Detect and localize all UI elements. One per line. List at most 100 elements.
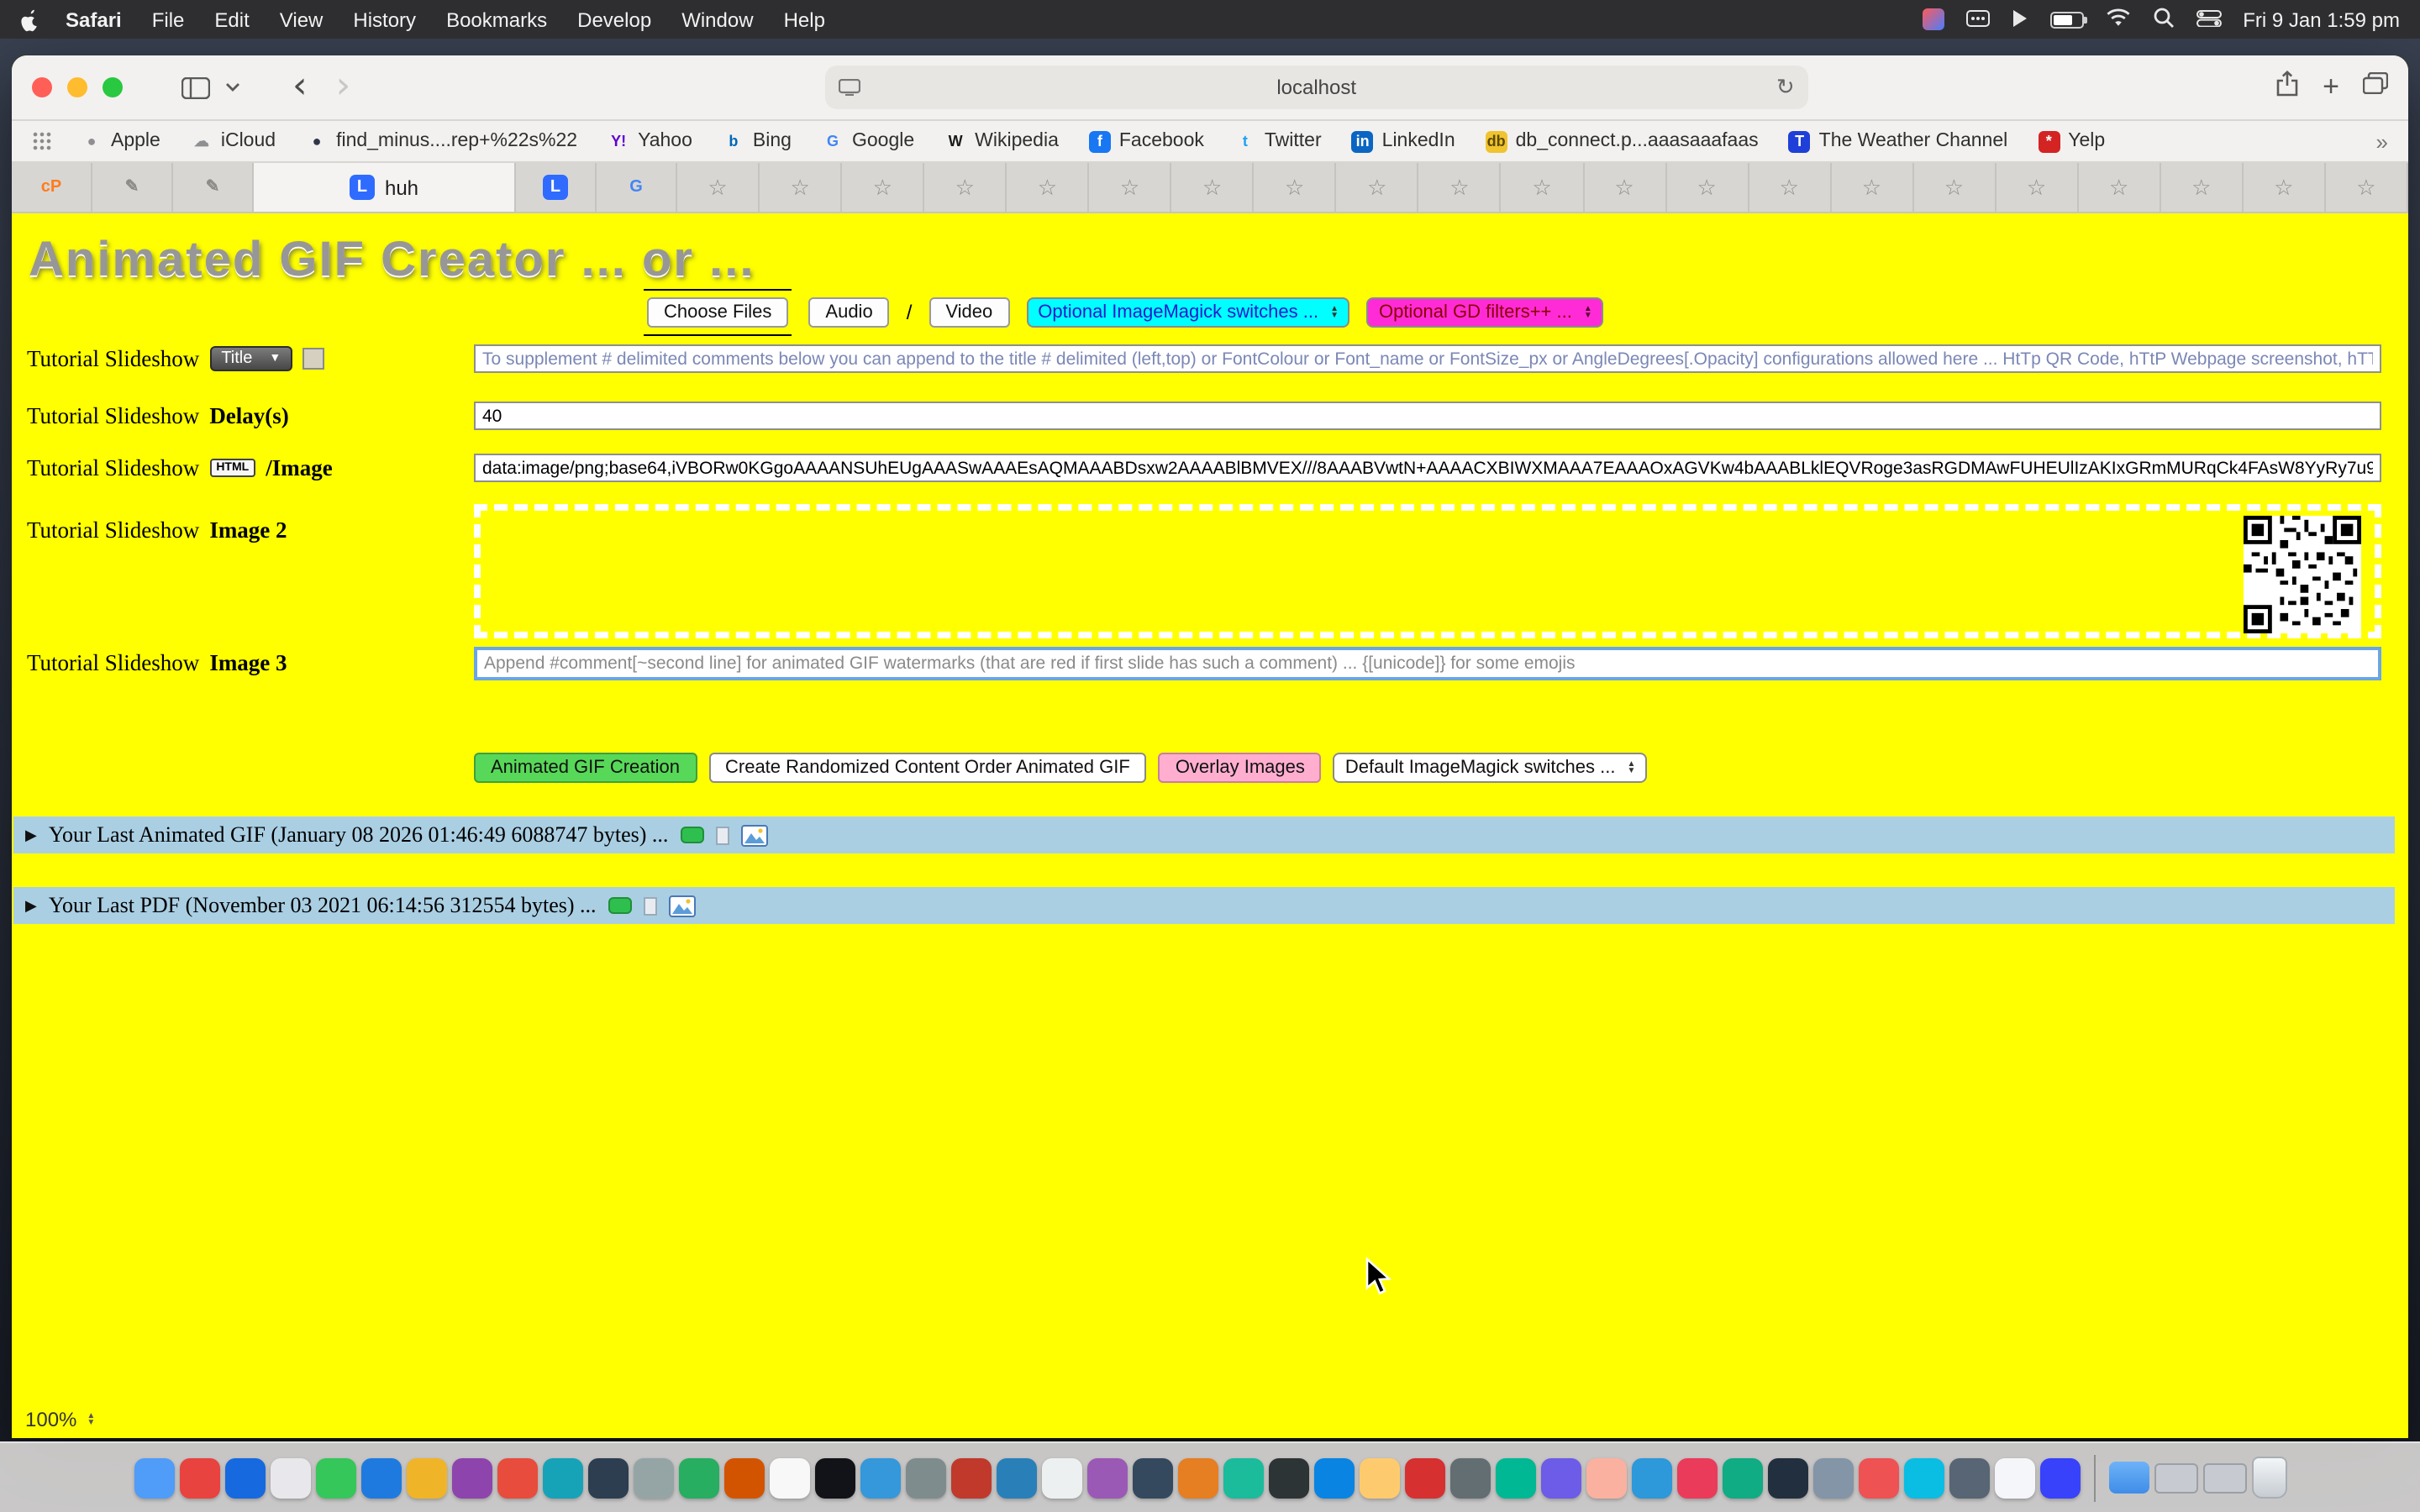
star-tab[interactable]: ☆ [2244, 163, 2326, 212]
dock-app-icon[interactable] [2039, 1457, 2080, 1498]
dock-app-icon[interactable] [315, 1457, 355, 1498]
reload-icon[interactable]: ↻ [1776, 75, 1795, 100]
pinned-tab[interactable]: ✎ [92, 163, 173, 212]
star-tab[interactable]: ☆ [1172, 163, 1255, 212]
gd-filters-select[interactable]: Optional GD filters++ ... ▲▼ [1367, 297, 1604, 328]
apple-menu-icon[interactable] [20, 7, 40, 32]
bookmark-item[interactable]: Y! Yahoo [592, 130, 708, 152]
slideshow-icon[interactable] [740, 824, 767, 846]
bookmark-item[interactable]: b Bing [708, 130, 807, 152]
dock-app-icon[interactable] [633, 1457, 673, 1498]
display-icon[interactable] [1965, 8, 1989, 31]
details-bar[interactable]: ▶ Your Last Animated GIF (January 08 202… [13, 816, 2395, 853]
address-bar[interactable]: localhost ↻ [825, 66, 1808, 109]
star-tab[interactable]: ☆ [1913, 163, 1996, 212]
dock-app-icon[interactable] [996, 1457, 1036, 1498]
disclosure-triangle-icon[interactable]: ▶ [25, 896, 37, 915]
close-window-button[interactable] [32, 77, 52, 97]
menu-item[interactable]: View [265, 8, 339, 31]
menu-item[interactable]: Develop [562, 8, 666, 31]
dock-app-icon[interactable] [723, 1457, 764, 1498]
menu-item[interactable]: Window [666, 8, 768, 31]
delay-input[interactable] [474, 402, 2381, 430]
dock-app-icon[interactable] [769, 1457, 809, 1498]
dock-app-icon[interactable] [1676, 1457, 1717, 1498]
app-color-icon[interactable] [1922, 8, 1944, 30]
dock-app-icon[interactable] [1177, 1457, 1218, 1498]
star-tab[interactable]: ☆ [1337, 163, 1419, 212]
bookmark-item[interactable]: ● Apple [66, 130, 176, 152]
menu-clock[interactable]: Fri 9 Jan 1:59 pm [2243, 8, 2400, 31]
star-tab[interactable]: ☆ [1749, 163, 1831, 212]
dock-app-icon[interactable] [1041, 1457, 1081, 1498]
dock-app-icon[interactable] [1903, 1457, 1944, 1498]
forward-button[interactable]: › [329, 69, 358, 106]
downloads-folder-icon[interactable] [2108, 1462, 2149, 1494]
dock-app-icon[interactable] [497, 1457, 537, 1498]
dock-app-icon[interactable] [406, 1457, 446, 1498]
dock-app-icon[interactable] [270, 1457, 310, 1498]
star-tab[interactable]: ☆ [1419, 163, 1502, 212]
file-input[interactable]: Choose Files [644, 289, 792, 336]
watermark-comment-input[interactable] [474, 647, 2381, 680]
star-tab[interactable]: ☆ [1502, 163, 1584, 212]
star-tab[interactable]: ☆ [677, 163, 760, 212]
zoom-stepper-icon[interactable]: ▲▼ [87, 1413, 95, 1426]
dock-app-icon[interactable] [1132, 1457, 1172, 1498]
colour-swatch-input[interactable] [302, 348, 324, 370]
dock-app-icon[interactable] [1631, 1457, 1671, 1498]
slideshow-icon[interactable] [669, 895, 696, 916]
dock-app-icon[interactable] [542, 1457, 582, 1498]
bookmark-item[interactable]: W Wikipedia [929, 130, 1074, 152]
bookmarks-overflow-chevron[interactable]: » [2376, 129, 2391, 154]
star-tab[interactable]: ☆ [2326, 163, 2408, 212]
dock-app-icon[interactable] [1767, 1457, 1807, 1498]
choose-files-button[interactable]: Choose Files [647, 297, 788, 328]
bookmark-item[interactable]: * Yelp [2023, 130, 2120, 152]
star-tab[interactable]: ☆ [2079, 163, 2161, 212]
bookmark-item[interactable]: ☁ iCloud [176, 130, 291, 152]
audio-button[interactable]: Audio [808, 297, 889, 328]
default-imagemagick-select[interactable]: Default ImageMagick switches ... ▲▼ [1334, 753, 1648, 783]
open-gif-icon[interactable] [608, 897, 632, 914]
star-tab[interactable]: ☆ [1666, 163, 1749, 212]
open-gif-icon[interactable] [680, 827, 703, 843]
title-select[interactable]: Title▼ [209, 346, 292, 371]
star-tab[interactable]: ☆ [924, 163, 1007, 212]
star-tab[interactable]: ☆ [842, 163, 924, 212]
minimized-window-icon[interactable] [2154, 1462, 2197, 1493]
active-tab[interactable]: L huh [254, 163, 516, 212]
dock-app-icon[interactable] [1268, 1457, 1308, 1498]
html-badge[interactable]: HTML [209, 459, 255, 477]
star-tab[interactable]: ☆ [1255, 163, 1337, 212]
dock-app-icon[interactable] [1812, 1457, 1853, 1498]
details-bar[interactable]: ▶ Your Last PDF (November 03 2021 06:14:… [13, 887, 2395, 924]
minimize-window-button[interactable] [67, 77, 87, 97]
dock-app-icon[interactable] [1858, 1457, 1898, 1498]
dock-app-icon[interactable] [814, 1457, 855, 1498]
dock-app-icon[interactable] [360, 1457, 401, 1498]
star-tab[interactable]: ☆ [760, 163, 842, 212]
chevron-down-icon[interactable] [225, 82, 240, 92]
dock-app-icon[interactable] [179, 1457, 219, 1498]
dock-app-icon[interactable] [587, 1457, 628, 1498]
title-config-input[interactable] [474, 344, 2381, 373]
menu-item[interactable]: Edit [199, 8, 264, 31]
zoom-window-button[interactable] [103, 77, 123, 97]
bookmark-item[interactable]: G Google [807, 130, 929, 152]
image2-dropzone[interactable] [474, 504, 2381, 638]
star-tab[interactable]: ☆ [1831, 163, 1913, 212]
bookmark-item[interactable]: in LinkedIn [1337, 130, 1470, 152]
tab-overview-icon[interactable] [2363, 72, 2388, 102]
share-icon[interactable] [2275, 70, 2299, 105]
menu-app-name[interactable]: Safari [50, 8, 137, 31]
sidebar-toggle-icon[interactable] [182, 76, 210, 98]
dock-app-icon[interactable] [1223, 1457, 1263, 1498]
disclosure-triangle-icon[interactable]: ▶ [25, 826, 37, 844]
background-tab[interactable]: G [597, 163, 677, 212]
bookmark-item[interactable]: f Facebook [1074, 130, 1219, 152]
star-tab[interactable]: ☆ [1584, 163, 1666, 212]
dock-app-icon[interactable] [1495, 1457, 1535, 1498]
dock-app-icon[interactable] [678, 1457, 718, 1498]
background-tab[interactable]: L [516, 163, 597, 212]
